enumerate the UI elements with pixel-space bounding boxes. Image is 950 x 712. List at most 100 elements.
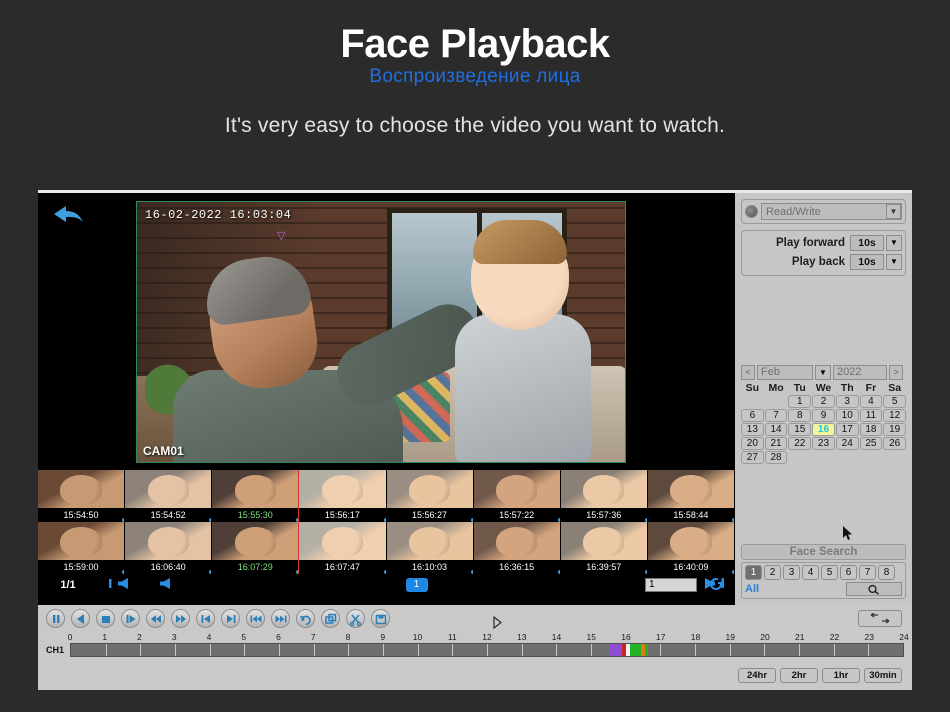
cut-button[interactable] [346,609,365,628]
channel-button-5[interactable]: 5 [821,565,838,580]
face-thumbnail[interactable]: 15:55:30 [212,470,299,522]
chevron-down-icon[interactable]: ▼ [886,254,902,270]
calendar-day-cell[interactable]: 18 [860,423,883,436]
calendar-day-cell[interactable]: 16 [812,423,835,436]
calendar-day-cell[interactable]: 13 [741,423,764,436]
calendar-day-cell[interactable]: 19 [883,423,906,436]
channel-button-8[interactable]: 8 [878,565,895,580]
timeline-hour-tick: 5 [241,632,246,642]
face-thumbnail[interactable]: 16:07:29 [212,522,299,574]
prev-page-icon[interactable] [140,578,182,592]
frame-step-button[interactable] [121,609,140,628]
main-video-frame[interactable]: 16-02-2022 16:03:04 ▽ CAM01 [136,201,626,463]
storage-mode-select[interactable]: Read/Write ▼ [761,203,902,220]
video-preview[interactable]: 16-02-2022 16:03:04 ▽ CAM01 [38,193,735,470]
timeline-recording-segment[interactable] [630,644,641,656]
face-search-button[interactable]: Face Search [741,544,906,560]
previous-frame-button[interactable] [196,609,215,628]
channel-button-4[interactable]: 4 [802,565,819,580]
calendar-day-cell[interactable]: 6 [741,409,764,422]
calendar-day-cell[interactable]: 11 [860,409,883,422]
calendar-day-cell[interactable]: 22 [788,437,811,450]
play-back-value[interactable]: 10s [850,254,884,270]
timeline-zoom-1hr[interactable]: 1hr [822,668,860,683]
face-thumbnail[interactable]: 15:56:27 [387,470,474,522]
face-thumbnail[interactable]: 16:40:09 [648,522,735,574]
thumbnail-timestamp: 15:56:17 [299,508,385,522]
face-thumbnail[interactable]: 15:57:36 [561,470,648,522]
calendar-day-cell[interactable]: 26 [883,437,906,450]
skip-forward-button[interactable] [271,609,290,628]
play-forward-value[interactable]: 10s [850,235,884,251]
chevron-down-icon[interactable]: ▼ [886,235,902,251]
face-thumbnail[interactable]: 15:57:22 [474,470,561,522]
calendar-year-value[interactable]: 2022 [833,365,887,380]
calendar-day-cell[interactable]: 24 [836,437,859,450]
clip-button[interactable] [321,609,340,628]
calendar-day-cell[interactable]: 1 [788,395,811,408]
first-page-icon[interactable] [98,578,140,592]
channel-button-6[interactable]: 6 [840,565,857,580]
face-thumbnail[interactable]: 15:58:44 [648,470,735,522]
next-frame-button[interactable] [221,609,240,628]
skip-backward-button[interactable] [246,609,265,628]
face-thumbnail[interactable]: 16:36:15 [474,522,561,574]
calendar-month-value[interactable]: Feb [757,365,813,380]
timeline-gridline [106,644,107,656]
current-page-badge[interactable]: 1 [406,578,428,592]
goto-page-icon[interactable] [709,577,725,594]
calendar-day-cell[interactable]: 20 [741,437,764,450]
timeline-zoom-2hr[interactable]: 2hr [780,668,818,683]
calendar-day-cell[interactable]: 5 [883,395,906,408]
chevron-down-icon[interactable]: ▼ [815,365,831,380]
save-button[interactable] [371,609,390,628]
timeline-zoom-30min[interactable]: 30min [864,668,902,683]
select-all-channels[interactable]: All [745,583,759,595]
calendar-day-cell[interactable]: 27 [741,451,764,464]
calendar-day-cell[interactable]: 7 [765,409,788,422]
calendar-day-cell[interactable]: 2 [812,395,835,408]
loop-button[interactable] [296,609,315,628]
timeline-recording-segment[interactable] [645,644,648,656]
channel-button-2[interactable]: 2 [764,565,781,580]
play-reverse-button[interactable] [71,609,90,628]
face-thumbnail[interactable]: 16:06:40 [125,522,212,574]
calendar-day-cell[interactable]: 14 [765,423,788,436]
channel-button-3[interactable]: 3 [783,565,800,580]
back-arrow-icon[interactable] [52,203,86,225]
calendar-next-button[interactable]: > [889,365,903,380]
calendar-day-cell[interactable]: 4 [860,395,883,408]
calendar-day-cell[interactable]: 8 [788,409,811,422]
face-thumbnail[interactable]: 15:59:00 [38,522,125,574]
calendar-day-cell[interactable]: 3 [836,395,859,408]
face-thumbnail[interactable]: 16:07:47 [299,522,386,574]
timeline-recording-segment[interactable] [610,644,622,656]
calendar-prev-button[interactable]: < [741,365,755,380]
channel-button-7[interactable]: 7 [859,565,876,580]
stop-button[interactable] [96,609,115,628]
rewind-button[interactable] [146,609,165,628]
face-thumbnail[interactable]: 15:54:52 [125,470,212,522]
timeline-track[interactable] [70,643,904,657]
calendar-day-cell[interactable]: 12 [883,409,906,422]
calendar-day-cell[interactable]: 25 [860,437,883,450]
swap-arrows-icon[interactable] [858,610,902,627]
chevron-down-icon[interactable]: ▼ [886,204,901,219]
calendar-day-cell[interactable]: 17 [836,423,859,436]
face-thumbnail[interactable]: 16:10:03 [387,522,474,574]
calendar-day-cell[interactable]: 21 [765,437,788,450]
page-number-input[interactable]: 1 [645,578,697,592]
calendar-day-cell[interactable]: 10 [836,409,859,422]
calendar-day-cell[interactable]: 9 [812,409,835,422]
face-thumbnail[interactable]: 15:54:50 [38,470,125,522]
calendar-day-cell[interactable]: 15 [788,423,811,436]
face-thumbnail[interactable]: 15:56:17 [299,470,386,522]
fast-forward-button[interactable] [171,609,190,628]
timeline-zoom-24hr[interactable]: 24hr [738,668,776,683]
pause-button[interactable] [46,609,65,628]
calendar-day-cell[interactable]: 23 [812,437,835,450]
magnifier-icon[interactable] [846,582,902,596]
calendar-day-cell[interactable]: 28 [765,451,788,464]
face-thumbnail[interactable]: 16:39:57 [561,522,648,574]
channel-button-1[interactable]: 1 [745,565,762,580]
